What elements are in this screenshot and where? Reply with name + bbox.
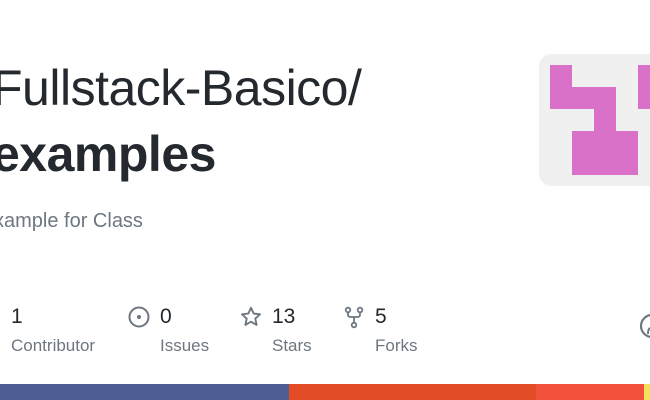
forks-count: 5: [375, 305, 387, 328]
identicon-avatar: [550, 65, 650, 175]
stars-label: Stars: [272, 336, 312, 355]
issues-label: Issues: [160, 336, 210, 355]
repo-forked-icon: [342, 305, 366, 329]
language-bar: [0, 384, 650, 400]
repo-social-card: Fullstack-Basico/ examples xample for Cl…: [0, 0, 650, 400]
stars-count: 13: [272, 305, 296, 328]
forks-label: Forks: [375, 336, 418, 355]
contributors-label: Contributor: [11, 336, 96, 355]
repo-description: xample for Class: [0, 210, 143, 232]
issues-count: 0: [160, 305, 172, 328]
language-segment: [289, 384, 537, 400]
star-icon: [239, 305, 263, 329]
language-segment: [536, 384, 644, 400]
owner-avatar[interactable]: [539, 54, 650, 186]
github-mark-icon: [639, 312, 650, 340]
contributors-count: 1: [11, 305, 23, 328]
repo-owner[interactable]: Fullstack-Basico/: [0, 58, 362, 118]
repo-name[interactable]: examples: [0, 124, 216, 184]
language-segment: [0, 384, 290, 400]
issue-opened-icon: [127, 305, 151, 329]
language-segment: [643, 384, 650, 400]
